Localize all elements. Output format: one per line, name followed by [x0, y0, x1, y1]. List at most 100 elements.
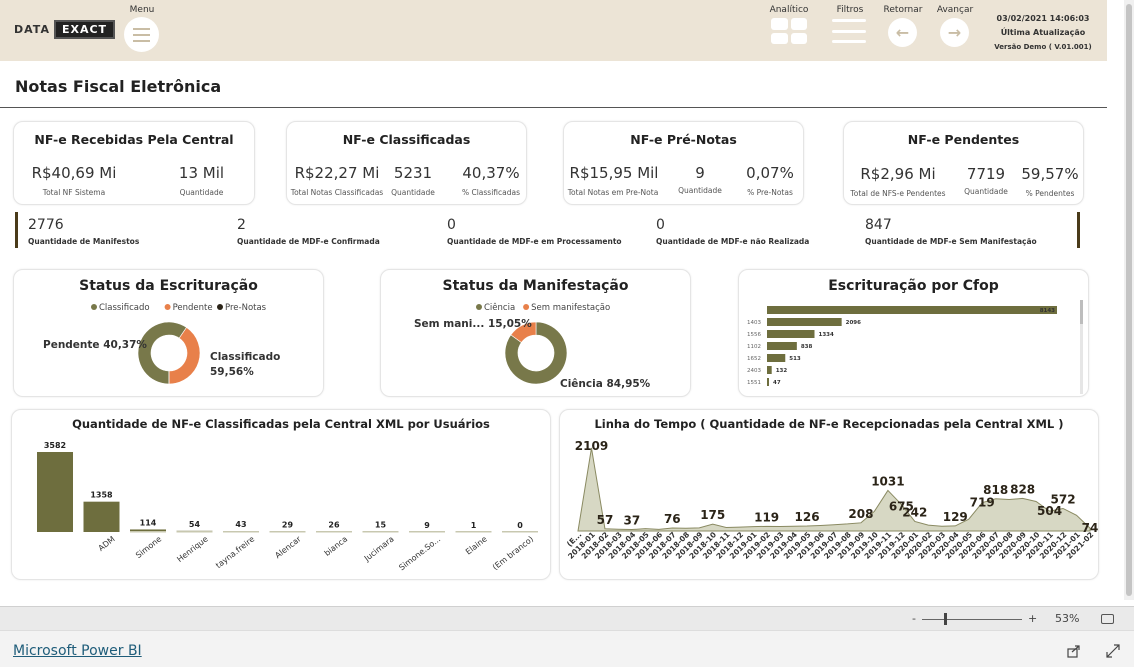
arrow-left-icon: ← — [895, 23, 910, 42]
usuario-value-label: 1 — [471, 521, 477, 530]
legend-marker — [91, 304, 97, 310]
usuarios-chart-card[interactable]: Quantidade de NF-e Classificadas pela Ce… — [11, 409, 551, 580]
kpi-value: R$2,96 Mi — [860, 165, 936, 183]
analitico-label: Analítico — [769, 5, 809, 15]
manifest-label: Quantidade de MDF-e Sem Manifestação — [865, 237, 1037, 246]
cfop-bar[interactable] — [767, 354, 786, 362]
menu-label: Menu — [129, 5, 155, 15]
cfop-bar-svg: 8143 1403 2096 1556 1334 1102 838 1652 513 2403 13… — [747, 300, 1083, 394]
back-button[interactable]: ← — [888, 18, 917, 47]
usuario-bar[interactable] — [83, 501, 120, 532]
cfop-value-label: 2096 — [846, 320, 861, 326]
usuarios-bar-svg: 3582 1358 ADM 114 Simone 54 Henrique 43 tayna.fr… — [37, 441, 538, 572]
usuario-bar[interactable] — [37, 452, 73, 532]
legend-marker — [523, 304, 530, 310]
kpi-value: 59,57% — [1021, 165, 1079, 183]
usuario-category-label: bianca — [323, 534, 350, 558]
fit-to-page-icon[interactable] — [1101, 614, 1114, 624]
version-label: Versão Demo ( V.01.001) — [994, 43, 1092, 51]
timeline-area: 210957 37 76 175 119 126 2081031675242 12971981… — [565, 439, 1098, 561]
usuario-category-label: Alencar — [273, 534, 303, 560]
legend-item[interactable]: Pre-Notas — [225, 303, 267, 313]
usuario-bar-base — [269, 531, 306, 533]
zoom-level: 53% — [1055, 612, 1080, 625]
data-label-sem-manifestacao: Sem mani... 15,05% — [414, 318, 532, 330]
cfop-value-label: 47 — [773, 380, 781, 386]
manifestacao-donut-svg: Ciência Sem manifestação Sem mani... 15,0… — [414, 302, 651, 390]
cfop-bar[interactable] — [767, 378, 769, 386]
cfop-category-label: 2403 — [747, 368, 761, 374]
page-scroll-thumb[interactable] — [1126, 4, 1132, 596]
usuario-bar-base — [362, 531, 399, 533]
usuario-value-label: 3582 — [44, 441, 66, 450]
data-label-pendente: Pendente 40,37% — [43, 339, 147, 351]
manifest-value: 0 — [656, 217, 665, 233]
share-icon[interactable] — [1067, 644, 1081, 658]
forward-button[interactable]: → — [940, 18, 969, 47]
avancar-label: Avançar — [936, 5, 974, 15]
fullscreen-icon[interactable] — [1106, 644, 1120, 658]
usuario-value-label: 54 — [189, 520, 201, 529]
kpi-label: Total Notas Classificadas — [290, 188, 384, 197]
cfop-value-label: 1334 — [819, 332, 834, 338]
update-label: Última Atualização — [1000, 28, 1086, 37]
kpi-value: R$22,27 Mi — [294, 164, 380, 182]
kpi-label: Quantidade — [964, 187, 1008, 196]
legend-item[interactable]: Classificado — [99, 303, 150, 313]
kpi-card-classificadas[interactable]: NF-e Classificadas R$22,27 Mi Total Nota… — [286, 121, 527, 205]
kpi-title: NF-e Classificadas — [342, 132, 471, 147]
cfop-category-label: 1556 — [747, 332, 761, 338]
usuario-category-label: Simone.So... — [397, 534, 442, 572]
zoom-out-button[interactable]: - — [912, 612, 916, 625]
hamburger-icon — [133, 27, 150, 30]
cfop-bar[interactable] — [767, 330, 815, 338]
usuario-value-label: 43 — [235, 520, 246, 529]
usuario-bar-base — [502, 531, 538, 533]
kpi-card-pendentes[interactable]: NF-e Pendentes R$2,96 Mi Total de NFS-e … — [843, 121, 1084, 205]
cfop-bar[interactable] — [767, 306, 1057, 314]
zoom-in-button[interactable]: + — [1028, 612, 1037, 625]
legend-item[interactable]: Sem manifestação — [531, 303, 610, 313]
cfop-category-label: 1403 — [747, 320, 761, 326]
usuario-bar-base — [316, 531, 352, 533]
kpi-title: NF-e Pré-Notas — [630, 132, 737, 147]
kpi-label: Total NF Sistema — [42, 188, 106, 197]
legend-item[interactable]: Pendente — [173, 303, 213, 313]
manifestacao-status-card[interactable]: Status da Manifestação Ciência Sem manife… — [380, 269, 691, 397]
usuario-category-label: tayna.freire — [214, 534, 256, 570]
kpi-label: Total de NFS-e Pendentes — [850, 189, 946, 198]
kpi-label: % Classificadas — [461, 188, 521, 197]
filter-sliders-icon[interactable] — [832, 19, 866, 43]
timeline-chart-card[interactable]: Linha do Tempo ( Quantidade de NF-e Rece… — [559, 409, 1099, 580]
escrituracao-status-card[interactable]: Status da Escrituração Classificado Pende… — [13, 269, 324, 397]
timeline-value-label: 2109 — [575, 439, 608, 453]
filtros-label: Filtros — [836, 5, 864, 15]
kpi-label: Total Notas em Pre-Nota — [567, 188, 659, 197]
cfop-value-label: 838 — [801, 344, 813, 350]
usuario-category-label: Jucimara — [362, 534, 396, 563]
timeline-value-label: 719 — [970, 496, 995, 510]
analitico-grid-icon[interactable] — [771, 18, 807, 44]
timeline-value-label: 208 — [848, 507, 873, 521]
donut-slice[interactable] — [168, 327, 201, 385]
cfop-bar[interactable] — [767, 318, 842, 326]
zoom-slider-track[interactable] — [922, 619, 1022, 620]
cfop-bars: 8143 1403 2096 1556 1334 1102 838 1652 513 2403 13… — [747, 306, 1057, 386]
kpi-card-recebidas[interactable]: NF-e Recebidas Pela Central R$40,69 Mi T… — [13, 121, 255, 205]
cfop-chart-card[interactable]: Escrituração por Cfop 8143 1403 2096 1556 13… — [738, 269, 1089, 397]
cfop-scroll-thumb[interactable] — [1080, 300, 1083, 324]
kpi-card-prenotas[interactable]: NF-e Pré-Notas R$15,95 Mil Total Notas e… — [563, 121, 804, 205]
kpi-value: 40,37% — [462, 164, 520, 182]
usuario-value-label: 1358 — [90, 491, 113, 500]
menu-button[interactable] — [124, 17, 159, 52]
cfop-bar[interactable] — [767, 342, 797, 350]
usuario-category-label: Elaine — [464, 534, 489, 556]
zoom-slider-thumb[interactable] — [944, 613, 947, 625]
dataexact-logo: DATA EXACT — [14, 16, 116, 42]
cfop-bar[interactable] — [767, 366, 772, 374]
powerbi-link[interactable]: Microsoft Power BI — [13, 643, 142, 659]
page-scrollbar[interactable] — [1124, 0, 1134, 600]
legend-item[interactable]: Ciência — [484, 302, 515, 313]
usuario-value-label: 29 — [282, 520, 294, 529]
usuario-category-label: Simone — [134, 534, 163, 560]
